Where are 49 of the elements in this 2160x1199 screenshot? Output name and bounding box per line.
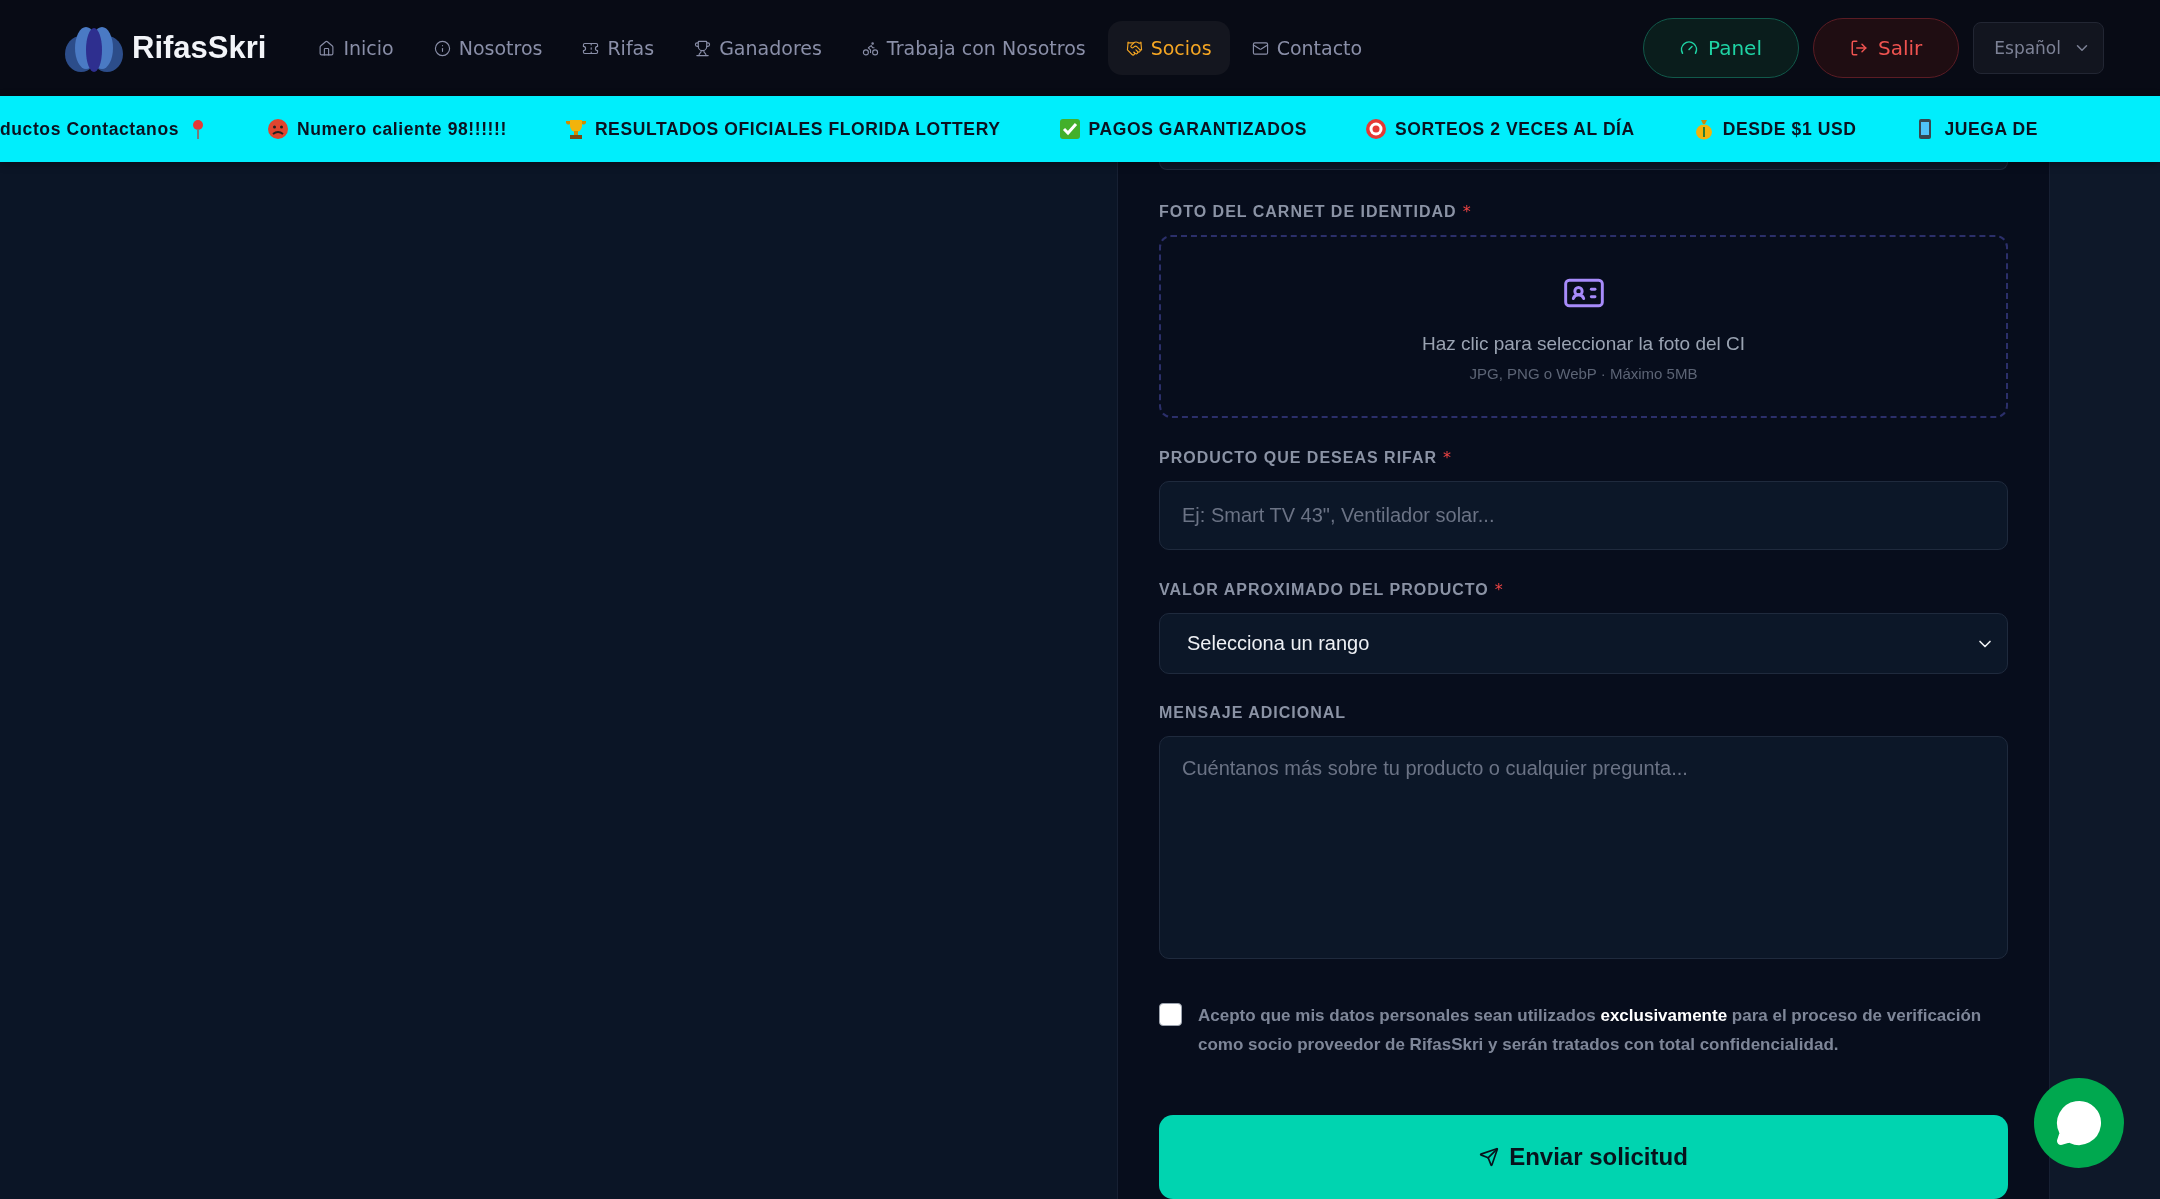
- nav-link[interactable]: Nosotros: [415, 21, 561, 75]
- handshake-icon: [1125, 39, 1143, 57]
- target-icon: [1365, 118, 1388, 140]
- nav-link[interactable]: Rifas: [564, 21, 673, 75]
- required-mark: *: [1443, 448, 1452, 467]
- consent-checkbox[interactable]: [1159, 1003, 1182, 1026]
- logout-icon: [1850, 39, 1868, 57]
- trophy-icon: [694, 39, 712, 57]
- product-input[interactable]: Ej: Smart TV 43", Ventilador solar...: [1159, 481, 2008, 550]
- field-label: VALOR APROXIMADO DEL PRODUCTO: [1159, 581, 1489, 599]
- send-icon: [1479, 1147, 1500, 1167]
- ticker-text: ductos Contactanos: [0, 118, 179, 140]
- ticker-text: Numero caliente 98!!!!!!: [297, 118, 507, 140]
- field-label: FOTO DEL CARNET DE IDENTIDAD: [1159, 203, 1457, 221]
- nav-link[interactable]: Ganadores: [676, 21, 840, 75]
- value-select[interactable]: Selecciona un rango: [1159, 613, 2008, 674]
- bike-icon: [861, 39, 879, 57]
- nav-link[interactable]: Trabaja con Nosotros: [843, 21, 1104, 75]
- check-icon: [1058, 118, 1081, 140]
- message-textarea[interactable]: Cuéntanos más sobre tu producto o cualquier pregunta...: [1159, 736, 2008, 959]
- mail-icon: [1251, 39, 1269, 57]
- home-icon: [318, 39, 336, 57]
- trophy-icon: [564, 118, 587, 140]
- chat-icon: [2055, 1099, 2103, 1147]
- logout-button[interactable]: Salir: [1813, 18, 1960, 78]
- ticker-text: DESDE $1 USD: [1722, 118, 1857, 140]
- language-select[interactable]: Español: [1973, 22, 2104, 74]
- ticker-text: SORTEOS 2 VECES AL DÍA: [1395, 118, 1635, 140]
- ticker-text: PAGOS GARANTIZADOS: [1088, 118, 1308, 140]
- angry-face-icon: [267, 118, 289, 140]
- input-field[interactable]: [1159, 162, 2008, 170]
- nav-link[interactable]: Inicio: [300, 21, 412, 75]
- field-label: PRODUCTO QUE DESEAS RIFAR: [1159, 449, 1438, 467]
- submit-button[interactable]: Enviar solicitud: [1159, 1115, 2008, 1199]
- logo-text: RifasSkri: [132, 30, 267, 66]
- nav-link[interactable]: Socios: [1107, 21, 1230, 75]
- field-label: MENSAJE ADICIONAL: [1159, 704, 1347, 722]
- gauge-icon: [1680, 39, 1698, 57]
- upload-area[interactable]: Haz clic para seleccionar la foto del CI JPG, PNG o WebP · Máximo 5MB: [1159, 235, 2008, 418]
- upload-hint: JPG, PNG o WebP · Máximo 5MB: [1469, 365, 1698, 382]
- required-mark: *: [1494, 580, 1503, 599]
- ticker-text: JUEGA DE: [1944, 118, 2039, 140]
- info-icon: [433, 39, 451, 57]
- panel-button[interactable]: Panel: [1643, 18, 1799, 78]
- consent-text: Acepto que mis datos personales sean utilizados exclusivamente para el proceso de verificación como socio proveedor de RifasSkri y serán tratados con total confidencialidad.: [1198, 1005, 1983, 1056]
- ticker-text: RESULTADOS OFICIALES FLORIDA LOTTERY: [594, 118, 1001, 140]
- upload-prompt: Haz clic para seleccionar la foto del CI: [1421, 333, 1746, 355]
- required-mark: *: [1462, 202, 1471, 221]
- nav-link[interactable]: Contacto: [1233, 21, 1381, 75]
